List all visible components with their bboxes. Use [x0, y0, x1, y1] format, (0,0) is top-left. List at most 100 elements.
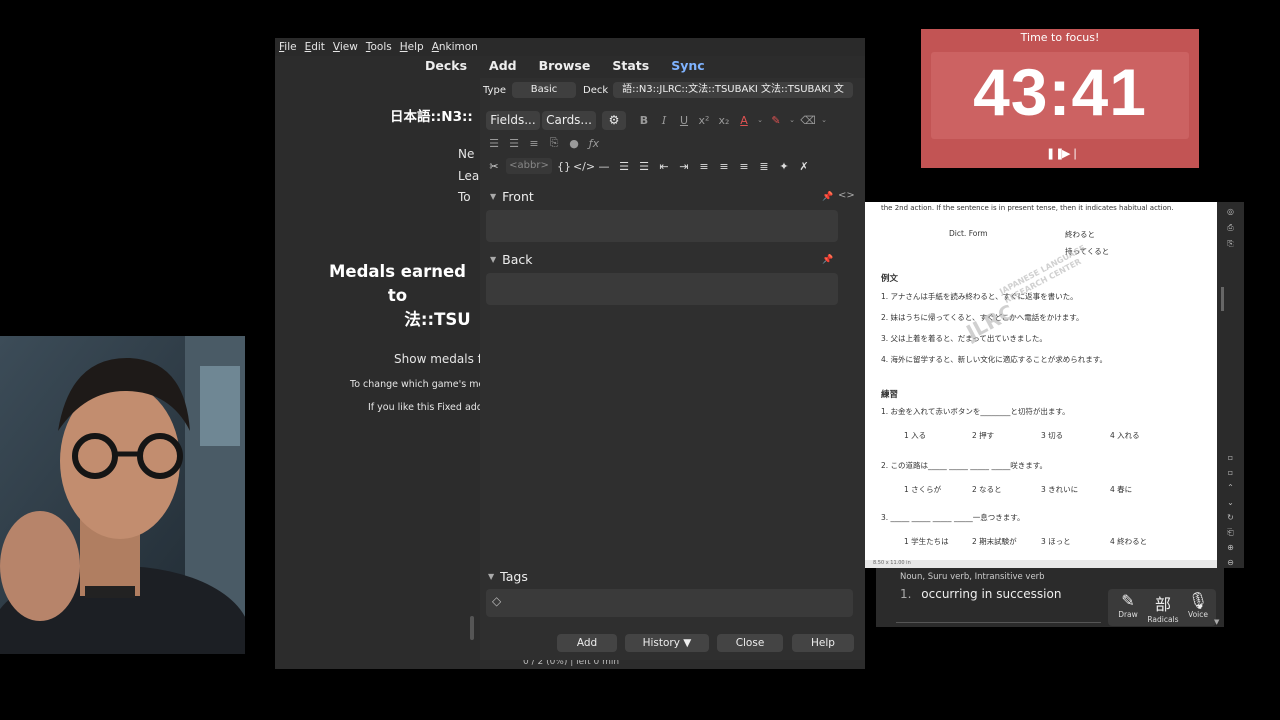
history-button[interactable]: History ▼	[625, 634, 709, 652]
menu-file[interactable]: File	[275, 41, 301, 53]
toolbar-add[interactable]: Add	[489, 58, 517, 73]
chevron-down-icon: ▼	[490, 255, 497, 264]
change-game-text: To change which game's med	[350, 379, 491, 390]
toolbar-browse[interactable]: Browse	[539, 58, 591, 73]
deck-select-button[interactable]: 語::N3::JLRC::文法::TSUBAKI 文法::TSUBAKI 文	[613, 82, 853, 98]
eraser-icon[interactable]: ⌫	[800, 112, 816, 128]
radicals-label: Radicals	[1147, 615, 1179, 624]
page-number-icon[interactable]: ▫	[1225, 452, 1236, 463]
attachment-icon[interactable]: ⎘	[546, 135, 562, 151]
pin-icon[interactable]: 📌	[822, 192, 833, 202]
bold-icon[interactable]: B	[636, 112, 652, 128]
chevron-down-icon[interactable]: ⌄	[788, 112, 796, 128]
menu-help[interactable]: Help	[396, 41, 428, 53]
copy-icon[interactable]: ⎘	[1225, 238, 1236, 249]
toolbar-decks[interactable]: Decks	[425, 58, 467, 73]
braces-icon[interactable]: {}	[556, 158, 572, 174]
format-toolbar-row1: B I U x² x₂ A ⌄ ✎ ⌄ ⌫ ⌄	[636, 112, 828, 128]
pdf-question-2: 2. この道路は_____ _____ _____ _____咲きます。	[881, 461, 1047, 470]
menu-edit[interactable]: Edit	[301, 41, 329, 53]
scroll-down-icon[interactable]: ▼	[1214, 618, 1219, 626]
close-button[interactable]: Close	[717, 634, 783, 652]
tags-header[interactable]: ▼ Tags	[488, 569, 528, 584]
align-center-icon[interactable]: ≡	[696, 158, 712, 174]
clear-icon[interactable]: ✗	[796, 158, 812, 174]
zoom-out-icon[interactable]: ⊖	[1225, 557, 1236, 568]
export-icon[interactable]: ⎙	[1225, 222, 1236, 233]
zoom-in-icon[interactable]: ⊕	[1225, 542, 1236, 553]
justify-icon[interactable]: ≣	[756, 158, 772, 174]
indent-icon[interactable]: ⇥	[676, 158, 692, 174]
chevron-down-icon[interactable]: ⌄	[1225, 497, 1236, 508]
align-left-icon[interactable]: ≡	[716, 158, 732, 174]
front-field-input[interactable]	[486, 210, 838, 242]
draw-button[interactable]: ✎ Draw	[1114, 591, 1142, 619]
tags-input[interactable]: ◇	[486, 589, 853, 617]
align-icon[interactable]: ≡	[526, 135, 542, 151]
text-color-icon[interactable]: A	[736, 112, 752, 128]
menu-ankimon[interactable]: Ankimon	[428, 41, 482, 53]
subscript-icon[interactable]: x₂	[716, 112, 732, 128]
chevron-down-icon[interactable]: ⌄	[756, 112, 764, 128]
stat-new: Ne	[458, 147, 475, 161]
chevron-up-icon[interactable]: ⌃	[1225, 482, 1236, 493]
page-total-icon: ▫	[1227, 468, 1234, 477]
highlight-icon[interactable]: ✎	[768, 112, 784, 128]
pdf-q3-option: 3 ほっと	[1041, 537, 1071, 546]
definition-item: 1. occurring in succession	[900, 587, 1061, 601]
bullet-list-icon[interactable]: ☰	[486, 135, 502, 151]
pdf-viewer-page[interactable]: the 2nd action. If the sentence is in pr…	[865, 202, 1217, 568]
bullet-list-icon[interactable]: ☰	[616, 158, 632, 174]
note-type-button[interactable]: Basic	[512, 82, 576, 98]
add-button[interactable]: Add	[557, 634, 617, 652]
pdf-scrollbar-thumb[interactable]	[1221, 287, 1224, 311]
function-icon[interactable]: ƒx	[586, 135, 602, 151]
back-field-input[interactable]	[486, 273, 838, 305]
settings-icon[interactable]: ◎	[1225, 206, 1236, 217]
pdf-q3-option: 1 学生たちは	[904, 537, 949, 546]
italic-icon[interactable]: I	[656, 112, 672, 128]
numbered-list-icon[interactable]: ☰	[506, 135, 522, 151]
draw-icon: ✎	[1121, 591, 1135, 610]
gear-icon[interactable]: ⚙	[602, 111, 626, 130]
toolbar-sync[interactable]: Sync	[671, 58, 704, 73]
refresh-icon[interactable]: ↻	[1225, 512, 1236, 523]
microphone-icon[interactable]: ●	[566, 135, 582, 151]
numbered-list-icon[interactable]: ☰	[636, 158, 652, 174]
document-icon[interactable]: ⎗	[1225, 527, 1236, 538]
radicals-button[interactable]: 部 Radicals	[1146, 591, 1180, 624]
scroll-handle[interactable]	[470, 616, 474, 640]
front-field-header[interactable]: ▼ Front	[490, 189, 534, 204]
deck-label: Deck	[583, 85, 609, 96]
toolbar-stats[interactable]: Stats	[612, 58, 649, 73]
skip-icon[interactable]: ▶❘	[1062, 147, 1080, 160]
code-icon[interactable]: </>	[573, 158, 595, 174]
superscript-icon[interactable]: x²	[696, 112, 712, 128]
fields-button[interactable]: Fields...	[486, 111, 540, 130]
menu-tools[interactable]: Tools	[362, 41, 396, 53]
help-button[interactable]: Help	[792, 634, 854, 652]
abbr-button[interactable]: <abbr>	[506, 158, 552, 174]
menu-view[interactable]: View	[329, 41, 362, 53]
show-medals-text: Show medals f	[394, 352, 482, 366]
magic-icon[interactable]: ✦	[776, 158, 792, 174]
pdf-example-right-1: 終わると	[1065, 230, 1095, 239]
add-note-dialog: Type Basic Deck 語::N3::JLRC::文法::TSUBAKI…	[480, 78, 865, 660]
outdent-icon[interactable]: ⇤	[656, 158, 672, 174]
pin-icon[interactable]: 📌	[822, 255, 833, 265]
cards-button[interactable]: Cards...	[542, 111, 596, 130]
medals-heading-line2: 法::TSU	[404, 310, 471, 329]
html-toggle-icon[interactable]: <>	[838, 190, 855, 201]
horizontal-rule-icon[interactable]: —	[596, 158, 612, 174]
pdf-renshuu-heading: 練習	[881, 390, 899, 400]
voice-button[interactable]: 🎙 Voice	[1184, 591, 1212, 619]
input-method-toolbar: ✎ Draw 部 Radicals 🎙 Voice	[1108, 589, 1216, 626]
align-right-icon[interactable]: ≡	[736, 158, 752, 174]
underline-icon[interactable]: U	[676, 112, 692, 128]
back-label: Back	[502, 252, 533, 267]
clear-format-icon[interactable]: ✂	[486, 158, 502, 174]
pdf-dict-form: Dict. Form	[949, 229, 988, 238]
back-field-header[interactable]: ▼ Back	[490, 252, 533, 267]
chevron-down-icon[interactable]: ⌄	[820, 112, 828, 128]
pdf-q1-option: 4 入れる	[1110, 431, 1140, 440]
